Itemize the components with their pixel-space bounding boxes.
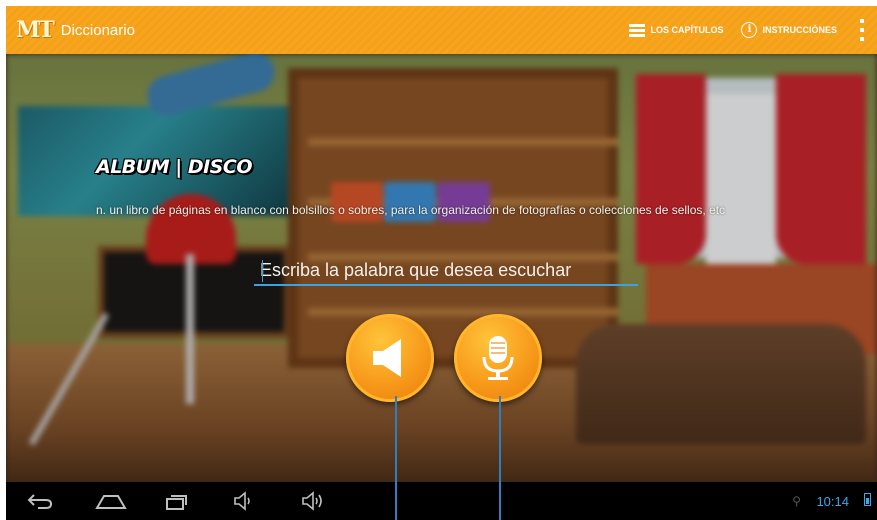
list-icon <box>629 23 646 37</box>
volume-up-icon <box>302 491 322 511</box>
info-icon: i <box>741 22 758 38</box>
logo-icon: MT <box>16 17 55 43</box>
microphone-pointer-line <box>499 396 501 520</box>
overflow-menu-icon[interactable] <box>859 19 865 41</box>
word-title: ALBUM | DISCO <box>96 156 252 178</box>
chapters-label: LOS CAPÍTULOS <box>650 25 724 35</box>
play-sound-button[interactable] <box>346 314 434 402</box>
app-title: Diccionario <box>60 21 135 39</box>
recents-icon <box>166 495 187 510</box>
back-icon <box>27 494 53 509</box>
battery-icon <box>864 493 871 506</box>
system-nav-bar: ⚲ 10:14 <box>6 482 877 520</box>
instructions-button[interactable]: i INSTRUCCIÓNES <box>741 22 837 38</box>
app-logo: MT Diccionario <box>16 17 135 43</box>
microphone-icon <box>482 336 514 380</box>
speaker-icon <box>373 339 401 377</box>
usb-icon: ⚲ <box>792 494 801 508</box>
text-caret <box>262 260 263 282</box>
word-definition: n. un libro de páginas en blanco con bol… <box>96 203 726 217</box>
speaker-pointer-line <box>395 396 397 520</box>
back-button[interactable] <box>26 491 54 516</box>
classroom-background: ALBUM | DISCO n. un libro de páginas en … <box>6 54 877 484</box>
word-input[interactable] <box>254 256 638 286</box>
volume-down-icon <box>234 491 250 511</box>
word-translation: DISCO <box>187 156 253 178</box>
word-spanish: ALBUM <box>96 156 170 178</box>
app-screen: ALBUM | DISCO n. un libro de páginas en … <box>6 6 877 520</box>
home-button[interactable] <box>94 491 128 516</box>
volume-down-button[interactable] <box>232 491 258 516</box>
word-separator: | <box>175 156 182 178</box>
volume-up-button[interactable] <box>300 491 328 516</box>
chapters-button[interactable]: LOS CAPÍTULOS <box>629 23 724 37</box>
status-clock: 10:14 <box>816 494 849 509</box>
record-voice-button[interactable] <box>454 314 542 402</box>
action-bar: MT Diccionario LOS CAPÍTULOS i INSTRUCCI… <box>6 6 877 54</box>
recents-button[interactable] <box>164 491 188 516</box>
instructions-label: INSTRUCCIÓNES <box>762 25 837 35</box>
home-icon <box>95 495 127 509</box>
